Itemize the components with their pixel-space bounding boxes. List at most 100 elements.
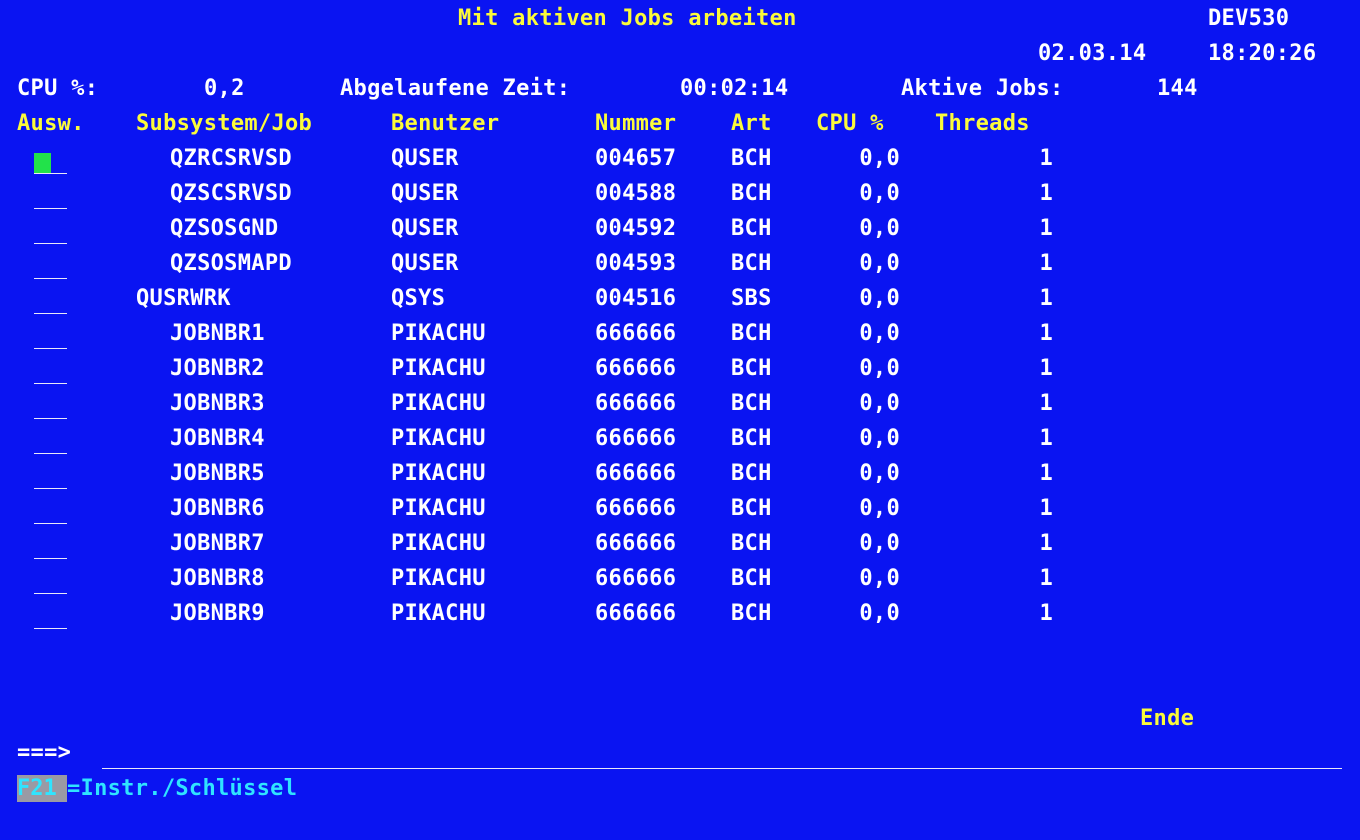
elapsed-time-value: 00:02:14: [680, 76, 789, 101]
job-user: PIKACHU: [391, 461, 486, 486]
job-user: QUSER: [391, 146, 459, 171]
f21-key-label: F21: [17, 776, 57, 801]
job-type: BCH: [731, 461, 772, 486]
job-cpu: 0,0: [859, 391, 900, 416]
job-threads: 1: [1039, 496, 1053, 521]
job-number: 666666: [595, 356, 677, 381]
option-input[interactable]: [34, 363, 67, 384]
option-input[interactable]: [34, 468, 67, 489]
job-type: BCH: [731, 181, 772, 206]
system-time: 18:20:26: [1208, 41, 1317, 66]
job-type: BCH: [731, 391, 772, 416]
elapsed-time-label: Abgelaufene Zeit:: [340, 76, 571, 101]
job-cpu: 0,0: [859, 216, 900, 241]
job-name: JOBNBR4: [170, 426, 265, 451]
job-user: QSYS: [391, 286, 446, 311]
option-input[interactable]: [34, 258, 67, 279]
option-input[interactable]: [34, 398, 67, 419]
job-threads: 1: [1039, 181, 1053, 206]
job-number: 666666: [595, 321, 677, 346]
job-number: 004588: [595, 181, 677, 206]
job-threads: 1: [1039, 566, 1053, 591]
option-input[interactable]: [34, 153, 67, 174]
job-threads: 1: [1039, 356, 1053, 381]
job-type: BCH: [731, 356, 772, 381]
option-input[interactable]: [34, 538, 67, 559]
job-threads: 1: [1039, 531, 1053, 556]
list-end-indicator: Ende: [1140, 706, 1195, 731]
job-number: 666666: [595, 496, 677, 521]
job-number: 004592: [595, 216, 677, 241]
job-user: PIKACHU: [391, 426, 486, 451]
job-name: JOBNBR5: [170, 461, 265, 486]
job-type: BCH: [731, 321, 772, 346]
job-user: QUSER: [391, 251, 459, 276]
job-threads: 1: [1039, 321, 1053, 346]
text-cursor: [34, 153, 51, 173]
job-name: JOBNBR3: [170, 391, 265, 416]
option-input[interactable]: [34, 188, 67, 209]
job-user: PIKACHU: [391, 321, 486, 346]
job-name: JOBNBR2: [170, 356, 265, 381]
job-name: JOBNBR1: [170, 321, 265, 346]
option-input[interactable]: [34, 433, 67, 454]
option-input[interactable]: [34, 503, 67, 524]
job-number: 004657: [595, 146, 677, 171]
job-cpu: 0,0: [859, 251, 900, 276]
column-header-type: Art: [731, 111, 772, 136]
job-name: QZSOSMAPD: [170, 251, 292, 276]
job-number: 666666: [595, 601, 677, 626]
job-name: QZRCSRVSD: [170, 146, 292, 171]
option-input[interactable]: [34, 293, 67, 314]
job-threads: 1: [1039, 391, 1053, 416]
job-type: BCH: [731, 146, 772, 171]
f21-description: =Instr./Schlüssel: [67, 776, 298, 801]
job-name: QZSCSRVSD: [170, 181, 292, 206]
job-type: BCH: [731, 426, 772, 451]
job-type: BCH: [731, 216, 772, 241]
command-input[interactable]: [102, 768, 1342, 769]
column-header-option: Ausw.: [17, 111, 85, 136]
job-threads: 1: [1039, 251, 1053, 276]
job-cpu: 0,0: [859, 356, 900, 381]
job-name: JOBNBR7: [170, 531, 265, 556]
option-input[interactable]: [34, 608, 67, 629]
job-number: 666666: [595, 461, 677, 486]
cpu-value: 0,2: [204, 76, 245, 101]
subsystem-name: QUSRWRK: [136, 286, 231, 311]
active-jobs-value: 144: [1157, 76, 1198, 101]
job-number: 004516: [595, 286, 677, 311]
job-type: BCH: [731, 251, 772, 276]
job-cpu: 0,0: [859, 531, 900, 556]
option-input[interactable]: [34, 573, 67, 594]
f21-key[interactable]: F21: [17, 775, 67, 802]
system-name: DEV530: [1208, 6, 1290, 31]
job-number: 666666: [595, 426, 677, 451]
option-input[interactable]: [34, 223, 67, 244]
job-user: PIKACHU: [391, 496, 486, 521]
job-cpu: 0,0: [859, 461, 900, 486]
job-user: PIKACHU: [391, 531, 486, 556]
job-threads: 1: [1039, 216, 1053, 241]
job-cpu: 0,0: [859, 601, 900, 626]
job-threads: 1: [1039, 461, 1053, 486]
job-type: BCH: [731, 496, 772, 521]
job-user: PIKACHU: [391, 356, 486, 381]
command-prompt: ===>: [17, 740, 72, 765]
job-threads: 1: [1039, 146, 1053, 171]
cpu-label: CPU %:: [17, 76, 99, 101]
system-date: 02.03.14: [1038, 41, 1147, 66]
job-cpu: 0,0: [859, 496, 900, 521]
column-header-user: Benutzer: [391, 111, 500, 136]
job-user: QUSER: [391, 181, 459, 206]
job-number: 666666: [595, 391, 677, 416]
column-header-cpu: CPU %: [816, 111, 884, 136]
job-type: BCH: [731, 601, 772, 626]
job-cpu: 0,0: [859, 321, 900, 346]
job-threads: 1: [1039, 286, 1053, 311]
screen-title: Mit aktiven Jobs arbeiten: [458, 6, 797, 31]
job-user: PIKACHU: [391, 391, 486, 416]
job-cpu: 0,0: [859, 146, 900, 171]
option-input[interactable]: [34, 328, 67, 349]
job-name: QZSOSGND: [170, 216, 279, 241]
